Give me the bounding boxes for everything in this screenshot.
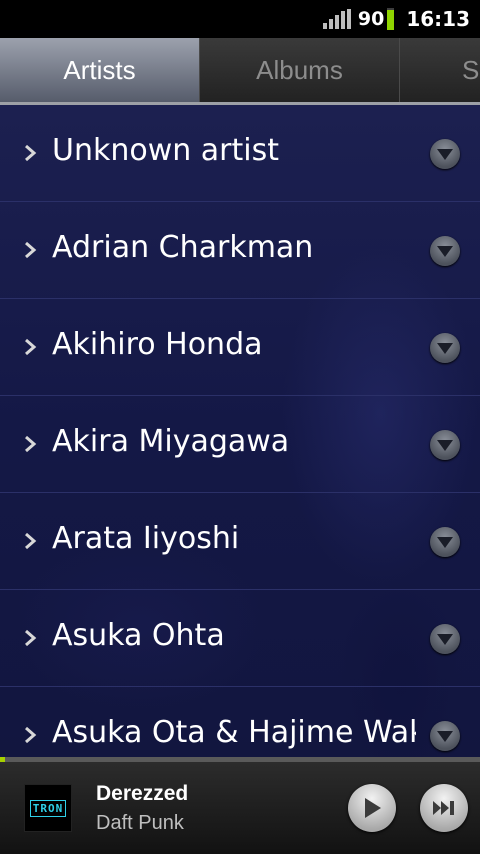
list-item[interactable]: Asuka Ohta: [0, 590, 480, 687]
list-item[interactable]: Arata Iiyoshi: [0, 493, 480, 590]
chevron-right-icon: [25, 435, 37, 453]
chevron-right-icon: [25, 726, 37, 744]
list-item[interactable]: Adrian Charkman: [0, 202, 480, 299]
album-art[interactable]: TRON: [24, 784, 72, 832]
track-artist: Daft Punk: [96, 812, 184, 834]
artist-name: Asuka Ota & Hajime Wak: [52, 715, 416, 750]
list-item[interactable]: Unknown artist: [0, 105, 480, 202]
artist-name: Adrian Charkman: [52, 230, 314, 265]
tab-bar: Artists Albums So: [0, 38, 480, 105]
now-playing-bar[interactable]: TRON Derezzed Daft Punk: [0, 762, 480, 854]
context-menu-icon[interactable]: [430, 139, 460, 169]
list-item[interactable]: Asuka Ota & Hajime Wak: [0, 687, 480, 757]
track-title: Derezzed: [96, 782, 189, 805]
context-menu-icon[interactable]: [430, 236, 460, 266]
tab-label: So: [462, 54, 480, 85]
signal-icon: [322, 9, 351, 29]
battery-level: 90: [357, 8, 385, 30]
artist-name: Unknown artist: [52, 133, 280, 168]
play-icon: [365, 798, 381, 818]
tab-artists[interactable]: Artists: [0, 38, 200, 102]
tab-label: Albums: [256, 54, 343, 85]
artist-name: Arata Iiyoshi: [52, 521, 240, 556]
album-art-text: TRON: [29, 799, 67, 817]
context-menu-icon[interactable]: [430, 333, 460, 363]
chevron-right-icon: [25, 629, 37, 647]
tab-songs[interactable]: So: [400, 38, 480, 102]
artist-list[interactable]: Unknown artist Adrian Charkman Akihiro H…: [0, 105, 480, 757]
play-button[interactable]: [348, 784, 396, 832]
artist-name: Akihiro Honda: [52, 327, 263, 362]
status-bar: 90 16:13: [0, 0, 480, 38]
list-item[interactable]: Akira Miyagawa: [0, 396, 480, 493]
context-menu-icon[interactable]: [430, 430, 460, 460]
tab-label: Artists: [63, 54, 136, 85]
context-menu-icon[interactable]: [430, 721, 460, 751]
context-menu-icon[interactable]: [430, 624, 460, 654]
tab-albums[interactable]: Albums: [200, 38, 400, 102]
chevron-right-icon: [25, 338, 37, 356]
next-track-button[interactable]: [420, 784, 468, 832]
chevron-right-icon: [25, 241, 37, 259]
list-item[interactable]: Akihiro Honda: [0, 299, 480, 396]
artist-name: Akira Miyagawa: [52, 424, 290, 459]
next-track-icon: [433, 801, 454, 815]
context-menu-icon[interactable]: [430, 527, 460, 557]
clock: 16:13: [406, 7, 470, 31]
chevron-right-icon: [25, 532, 37, 550]
artist-name: Asuka Ohta: [52, 618, 225, 653]
chevron-right-icon: [25, 144, 37, 162]
battery-icon: [387, 8, 395, 30]
